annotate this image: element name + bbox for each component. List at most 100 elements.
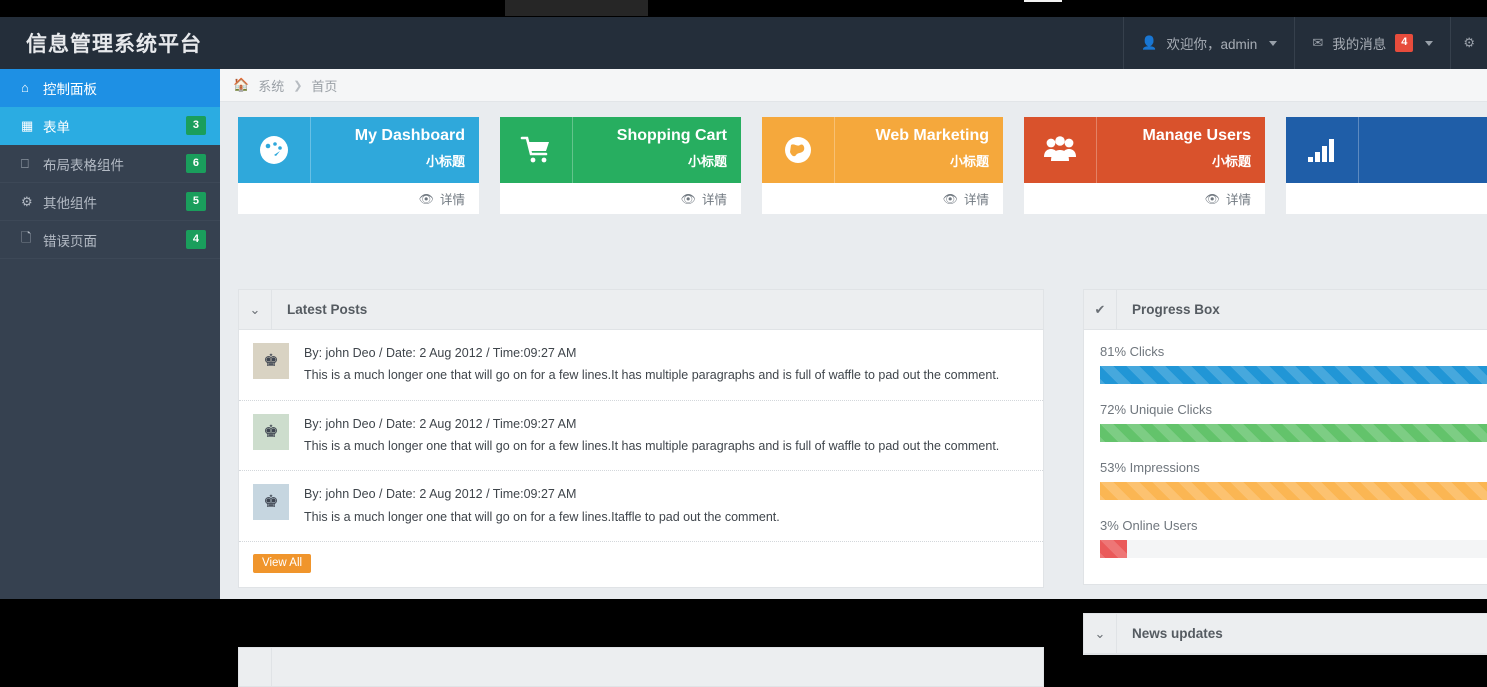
post-meta: By: john Deo / Date: 2 Aug 2012 / Time:0… [304,487,577,502]
progress-fill [1100,366,1487,384]
top-navbar: 信息管理系统平台 👤 欢迎你，admin ✉ 我的消息 4 ⚙ [0,17,1487,69]
latest-posts-panel: ⌄ Latest Posts ♚ By: john Deo / Date: 2 … [238,289,1044,588]
content-area: 🏠 系统 ❯ 首页 My Dashboard 小标题 👁 详情 Shopping… [220,69,1487,687]
stat-card-footer[interactable]: 👁 详情 [238,183,479,214]
messages-menu[interactable]: ✉ 我的消息 4 [1294,17,1450,69]
chevron-down-icon [1425,40,1434,46]
progress-item-clicks: 81% Clicks [1100,344,1487,384]
users-group-icon [1024,117,1096,183]
progress-label: 81% Clicks [1100,344,1165,359]
browser-chrome-strip [0,0,1487,17]
stat-card-footer[interactable]: 👁 详情 [762,183,1003,214]
progress-label: 53% Impressions [1100,460,1200,475]
home-icon: 🏠 [233,77,250,92]
monitor-icon: ⎕ [21,155,29,171]
avatar: ♚ [253,413,289,450]
panel-title: News updates [1132,626,1223,641]
sidebar: ⌂ 控制面板 ▦ 表单 3 ⎕ 布局表格组件 6 ⚙ 其他组件 5 🗋 错误页面… [0,69,220,599]
stat-card-my-dashboard[interactable]: My Dashboard 小标题 👁 详情 [238,117,479,214]
messages-menu-label: 我的消息 [1332,37,1387,52]
application-root: 信息管理系统平台 👤 欢迎你，admin ✉ 我的消息 4 ⚙ ⌂ 控制面板 ▦… [0,17,1487,687]
panel-header: ✔ Progress Box [1084,290,1487,330]
stat-card-title: Shopping Cart [616,127,727,144]
list-item[interactable]: ♚ By: john Deo / Date: 2 Aug 2012 / Time… [239,330,1043,401]
post-meta: By: john Deo / Date: 2 Aug 2012 / Time:0… [304,346,577,360]
stat-card-footer-label: 详情 [963,193,989,207]
avatar: ♚ [253,484,289,521]
stat-card-title: Web Marketing [875,127,990,144]
stat-card-subtitle: 小标题 [687,153,727,169]
home-icon: ⌂ [21,80,29,95]
sidebar-item-dashboard[interactable]: ⌂ 控制面板 [0,69,220,107]
dashboard-gauge-icon [238,117,310,183]
sidebar-item-label: 控制面板 [43,81,97,97]
breadcrumb: 🏠 系统 ❯ 首页 [220,69,1487,102]
sidebar-item-badge: 5 [185,192,206,211]
breadcrumb-item-home: 首页 [311,78,338,94]
stat-card-footer[interactable]: 👁 详情 [500,183,741,214]
bar-chart-icon [1286,117,1358,183]
stat-card-web-marketing[interactable]: Web Marketing 小标题 👁 详情 [762,117,1003,214]
stat-card-footer-label: 详情 [439,193,465,207]
list-item[interactable]: ♚ By: john Deo / Date: 2 Aug 2012 / Time… [239,401,1043,472]
stat-card-footer-label: 详情 [1225,193,1251,207]
sidebar-item-badge: 4 [185,230,206,249]
progress-fill [1100,540,1127,558]
chevron-right-icon: ❯ [293,79,303,92]
file-icon: 🗋 [21,229,32,245]
globe-icon [762,117,834,183]
eye-icon: 👁 [1204,191,1220,206]
breadcrumb-item-system[interactable]: 系统 [258,76,284,95]
sidebar-item-error-pages[interactable]: 🗋 错误页面 4 [0,221,220,259]
panel-header: ⌄ Latest Posts [239,290,1043,330]
stat-card-charts[interactable]: C [1286,117,1487,214]
user-icon: 👤 [1141,35,1158,50]
eye-icon: 👁 [418,191,434,206]
next-panel-partial [238,647,1044,687]
messages-badge: 4 [1395,34,1414,52]
chevron-down-icon[interactable]: ⌄ [1084,614,1117,653]
eye-icon: 👁 [942,191,958,206]
stat-card-manage-users[interactable]: Manage Users 小标题 👁 详情 [1024,117,1265,214]
gear-icon: ⚙ [1463,35,1475,50]
chevron-down-icon[interactable]: ⌄ [239,290,272,329]
stat-card-subtitle: 小标题 [1211,153,1251,169]
sidebar-item-layout-table-components[interactable]: ⎕ 布局表格组件 6 [0,145,220,183]
stat-card-subtitle: 小标题 [425,153,465,169]
view-all-button[interactable]: View All [253,553,312,573]
progress-box-panel: ✔ Progress Box 81% Clicks 72% Uniquie Cl… [1083,289,1487,585]
post-text: This is a much longer one that will go o… [304,509,780,524]
progress-fill [1100,482,1487,500]
browser-tab[interactable] [505,0,1062,16]
stat-card-title: C [1359,125,1487,147]
stat-card-footer-label: 详情 [701,193,727,207]
panel-caret-placeholder[interactable] [239,648,272,686]
stat-card-footer[interactable] [1286,183,1487,214]
extra-menu[interactable]: ⚙ [1450,17,1487,69]
list-item[interactable]: ♚ By: john Deo / Date: 2 Aug 2012 / Time… [239,471,1043,542]
stat-card-shopping-cart[interactable]: Shopping Cart 小标题 👁 详情 [500,117,741,214]
sidebar-item-other-components[interactable]: ⚙ 其他组件 5 [0,183,220,221]
progress-fill [1100,424,1487,442]
sidebar-item-label: 布局表格组件 [43,157,124,173]
post-meta: By: john Deo / Date: 2 Aug 2012 / Time:0… [304,416,577,431]
avatar: ♚ [253,343,289,379]
stat-card-footer[interactable]: 👁 详情 [1024,183,1265,214]
chevron-down-icon [1269,40,1278,46]
progress-track [1100,366,1487,384]
chess-king-icon: ♚ [263,351,279,370]
chess-king-icon: ♚ [263,421,279,441]
stat-card-title: My Dashboard [354,127,465,144]
chess-king-icon: ♚ [263,492,279,512]
envelope-icon: ✉ [1312,35,1324,50]
progress-item-online-users: 3% Online Users [1100,518,1487,558]
sidebar-item-label: 错误页面 [43,233,97,249]
progress-track [1100,540,1487,558]
sidebar-item-forms[interactable]: ▦ 表单 3 [0,107,220,145]
progress-bars-list: 81% Clicks 72% Uniquie Clicks 53% Impres… [1084,330,1487,584]
progress-track [1100,424,1487,442]
user-menu[interactable]: 👤 欢迎你，admin [1123,17,1294,69]
check-icon[interactable]: ✔ [1084,290,1117,329]
table-icon: ▦ [21,117,34,133]
stat-card-title: Manage Users [1142,127,1252,144]
